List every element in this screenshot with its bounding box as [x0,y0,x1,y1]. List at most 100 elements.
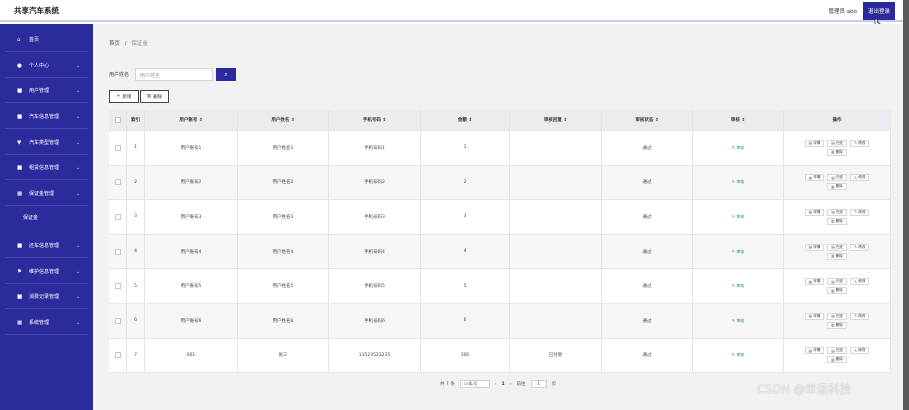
table-row: 2 用户账号2 用户姓名2 手机号码2 2 通过 ✎ 审核 ▤ 详情 ▤ 归还 ✎ 修改 ▥ 删除 [109,165,891,201]
reply-cell [510,234,602,269]
car-icon: ■ [17,113,23,120]
delete-button[interactable]: ▥ 删除 [827,287,847,295]
delete-button[interactable]: ▥ 删除 [827,148,847,156]
column-header-phone[interactable]: 手机号码 ⇕ [363,117,386,123]
sidebar-item[interactable]: ■ 还车信息管理 ⌄ [5,234,88,258]
search-input[interactable]: 用户姓名 [135,68,213,81]
page-size-select[interactable]: 10条/页 [459,380,490,388]
return-button[interactable]: ▤ 归还 [827,347,848,355]
return-icon: ▤ [831,210,835,215]
add-button[interactable]: + 新增 [109,90,139,103]
column-header-reply[interactable]: 审核回复 ⇕ [544,117,567,123]
audit-link[interactable]: ✎ 审核 [732,249,745,255]
users-icon: ■ [17,87,23,94]
column-header-ops[interactable]: 操作 [833,117,842,123]
audit-link[interactable]: ✎ 审核 [732,179,745,185]
row-checkbox[interactable] [114,317,121,324]
sidebar-item[interactable]: ⌂ 首页 [5,28,88,52]
audit-link[interactable]: ✎ 审核 [732,318,745,324]
sidebar-item[interactable]: ■ 汽车信息管理 ⌄ [5,105,88,129]
row-name: 用户姓名2 [272,180,294,186]
row-checkbox[interactable] [114,179,121,186]
column-header-audit[interactable]: 审核 ⇕ [731,117,745,123]
select-all-checkbox[interactable] [114,117,121,123]
sidebar-item[interactable]: ▦ 保证金管理 ⌄ [5,182,88,206]
batch-delete-button[interactable]: ▥ 删除 [140,90,169,103]
audit-cell: ✎ 审核 [693,200,784,234]
return-button[interactable]: ▤ 归还 [827,243,848,251]
goto-input[interactable]: 1 [530,380,547,388]
sidebar-item[interactable]: ⚑ 维护信息管理 ⌄ [5,260,88,284]
audit-link[interactable]: ✎ 审核 [732,145,745,151]
checkbox-cell [109,338,127,373]
row-checkbox[interactable] [114,213,121,220]
audit-link[interactable]: ✎ 审核 [732,214,745,220]
column-header-name[interactable]: 用户姓名 ⇕ [271,117,294,123]
return-button[interactable]: ▤ 归还 [827,139,848,147]
sidebar-item[interactable]: ■ 用户管理 ⌄ [5,79,88,103]
edit-icon: ✎ [854,245,858,250]
detail-button[interactable]: ▤ 详情 [804,347,825,355]
edit-icon: ✎ [854,210,858,215]
edit-button[interactable]: ✎ 修改 [850,139,870,147]
detail-button[interactable]: ▤ 详情 [804,278,825,286]
chevron-down-icon: ⌄ [76,268,81,275]
sidebar-item[interactable]: ● 个人中心 ⌄ [5,54,88,78]
row-amount: 1 [463,145,467,151]
data-table: 索引 用户账号 ⇕ 用户姓名 ⇕ 手机号码 ⇕ 金额 ⇕ 审核回复 ⇕ 审核状态 ⇕ 审核 ⇕… [109,110,891,374]
detail-button[interactable]: ▤ 详情 [804,174,825,182]
row-amount: 5 [463,283,467,289]
edit-button[interactable]: ✎ 修改 [850,208,870,216]
next-page-button[interactable]: › [510,382,512,387]
column-header-index[interactable]: 索引 [131,117,140,123]
column-header-account[interactable]: 用户账号 ⇕ [179,117,202,123]
index-cell: 4 [127,234,145,269]
detail-button[interactable]: ▤ 详情 [804,243,825,251]
sidebar-item[interactable]: ■ 租赁信息管理 ⌄ [5,156,88,180]
breadcrumb-home[interactable]: 首页 [109,41,120,47]
prev-page-button[interactable]: ‹ [495,382,497,387]
delete-button[interactable]: ▥ 删除 [827,356,847,364]
detail-button[interactable]: ▤ 详情 [804,312,825,320]
sidebar-item[interactable]: ▦ 系统管理 ⌄ [5,311,88,335]
detail-button[interactable]: ▤ 详情 [804,208,825,216]
delete-button[interactable]: ▥ 删除 [827,217,847,225]
delete-button[interactable]: ▥ 删除 [827,321,847,329]
delete-button[interactable]: ▥ 删除 [827,183,847,191]
column-header-amount[interactable]: 金额 ⇕ [458,117,472,123]
edit-icon: ✎ [731,317,736,323]
return-button[interactable]: ▤ 归还 [827,174,848,182]
phone-cell: 手机号码5 [329,269,421,303]
page-number[interactable]: 1 [502,382,505,387]
edit-button[interactable]: ✎ 修改 [850,347,870,355]
edit-button[interactable]: ✎ 修改 [850,312,870,320]
ops-line: ▥ 删除 [827,217,847,225]
search-button[interactable]: ⌕ [216,68,236,81]
detail-icon: ▤ [808,210,812,215]
row-checkbox[interactable] [114,144,121,151]
row-checkbox[interactable] [114,283,121,290]
sidebar-item[interactable]: ■ 消费记录管理 ⌄ [5,285,88,309]
audit-link[interactable]: ✎ 审核 [732,283,745,289]
audit-cell: ✎ 审核 [693,338,784,373]
edit-button[interactable]: ✎ 修改 [850,174,870,182]
edit-button-label: 修改 [858,348,866,353]
row-checkbox[interactable] [114,352,121,359]
audit-link[interactable]: ✎ 审核 [732,352,745,358]
sidebar-item[interactable]: ▼ 汽车类型管理 ⌄ [5,131,88,155]
index-cell: 6 [127,304,145,338]
row-checkbox[interactable] [114,248,121,255]
row-account: 用户账号4 [180,249,202,255]
header-cell: 操作 [784,110,891,130]
column-header-status[interactable]: 审核状态 ⇕ [635,117,658,123]
edit-button[interactable]: ✎ 修改 [850,278,870,286]
detail-button[interactable]: ▤ 详情 [804,139,825,147]
return-button[interactable]: ▤ 归还 [827,312,848,320]
return-button[interactable]: ▤ 归还 [827,208,848,216]
delete-button[interactable]: ▥ 删除 [827,252,847,260]
edit-button[interactable]: ✎ 修改 [850,243,870,251]
edit-icon: ✎ [854,175,858,180]
sidebar-subitem-deposit[interactable]: 保证金 [5,208,88,226]
return-button[interactable]: ▤ 归还 [827,278,848,286]
reply-cell [510,200,602,234]
